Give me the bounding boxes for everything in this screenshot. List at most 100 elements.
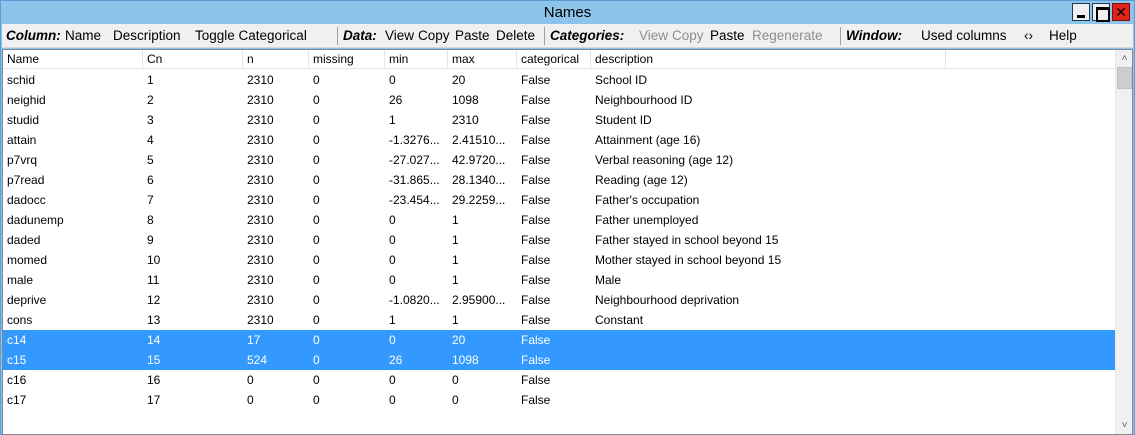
column-header-missing[interactable]: missing [309,50,385,69]
column-header-max[interactable]: max [448,50,517,69]
cell-cn: 14 [147,333,161,347]
menu-categories-regenerate[interactable]: Regenerate [752,28,823,43]
cell-n: 524 [247,353,268,367]
menu-help[interactable]: Help [1049,28,1077,43]
table-row[interactable]: p7read 6 2310 0 -31.865... 28.1340... False Rea… [3,170,1115,190]
cell-description: School ID [595,73,648,87]
cell-n: 2310 [247,193,274,207]
cell-n: 2310 [247,73,274,87]
cell-cn: 2 [147,93,154,107]
table-row[interactable]: dadocc 7 2310 0 -23.454... 29.2259... False Fat… [3,190,1115,210]
names-list[interactable]: Name Cn n missing min max categorical de… [2,49,1133,435]
cell-description [591,330,946,350]
cell-categorical: False [521,373,551,387]
cell-max: 1098 [452,353,479,367]
table-row[interactable]: deprive 12 2310 0 -1.0820... 2.95900... False N… [3,290,1115,310]
cell-name: c17 [7,393,27,407]
column-header-cn[interactable]: Cn [143,50,243,69]
window-title: Names [543,4,592,21]
title-bar[interactable]: Names ✕ [1,1,1134,24]
table-row[interactable]: c15 15 524 0 26 1098 False [3,350,1115,370]
cell-max: 29.2259... [452,193,506,207]
menu-categories-view[interactable]: View [639,28,668,43]
column-header-name[interactable]: Name [3,50,143,69]
cell-cn: 9 [147,233,154,247]
cell-description: Father unemployed [595,213,699,227]
menu-categories-copy[interactable]: Copy [672,28,704,43]
cell-cn: 12 [147,293,161,307]
table-row[interactable]: p7vrq 5 2310 0 -27.027... 42.9720... False Verb… [3,150,1115,170]
cell-name: daded [7,233,41,247]
names-window: Names ✕ Column: Name Description Toggle … [0,0,1135,435]
maximize-button[interactable] [1092,3,1110,22]
cell-n: 2310 [247,293,274,307]
cell-cn: 16 [147,373,161,387]
cell-name: dadocc [7,193,46,207]
cell-description: Attainment (age 16) [595,133,701,147]
vertical-scrollbar[interactable]: ˄ ˅ [1115,50,1132,434]
column-header-description[interactable]: description [591,50,946,69]
table-row[interactable]: schid 1 2310 0 0 20 False School ID [3,70,1115,90]
menu-data-copy[interactable]: Copy [418,28,450,43]
cell-categorical: False [521,313,551,327]
close-icon: ✕ [1115,4,1127,20]
table-row[interactable]: attain 4 2310 0 -1.3276... 2.41510... False Att… [3,130,1115,150]
cell-max: 1098 [452,93,479,107]
scrollbar-thumb[interactable] [1117,67,1132,89]
table-row[interactable]: c16 16 0 0 0 0 False [3,370,1115,390]
table-row[interactable]: daded 9 2310 0 0 1 False Father stayed in schoo… [3,230,1115,250]
cell-description: Verbal reasoning (age 12) [595,153,734,167]
cell-min: 0 [389,253,396,267]
table-row[interactable]: male 11 2310 0 0 1 False Male [3,270,1115,290]
cell-max: 0 [452,373,459,387]
cell-missing: 0 [313,193,320,207]
cell-missing: 0 [313,173,320,187]
cell-categorical: False [521,233,551,247]
menu-column-name[interactable]: Name [65,28,101,43]
cell-name: p7read [7,173,45,187]
table-row[interactable]: dadunemp 8 2310 0 0 1 False Father unemployed [3,210,1115,230]
menu-categories-paste[interactable]: Paste [710,28,745,43]
column-header-categorical[interactable]: categorical [517,50,591,69]
cell-min: -27.027... [389,153,440,167]
table-row[interactable]: studid 3 2310 0 1 2310 False Student ID [3,110,1115,130]
table-row[interactable]: neighid 2 2310 0 26 1098 False Neighbourhood ID [3,90,1115,110]
close-button[interactable]: ✕ [1112,3,1130,21]
cell-categorical: False [521,333,551,347]
cell-n: 0 [247,393,254,407]
column-header-n[interactable]: n [243,50,309,69]
cell-name: c16 [7,373,27,387]
cell-cn: 17 [147,393,161,407]
cell-max: 2.95900... [452,293,506,307]
menu-arrows-icon[interactable]: ‹› [1024,28,1033,43]
cell-categorical: False [521,353,551,367]
menu-column-description[interactable]: Description [113,28,181,43]
menu-data-paste[interactable]: Paste [455,28,490,43]
cell-missing: 0 [313,393,320,407]
table-row[interactable]: c17 17 0 0 0 0 False [3,390,1115,410]
scroll-up-arrow-icon[interactable]: ˄ [1116,50,1132,67]
cell-n: 2310 [247,93,274,107]
scroll-down-arrow-icon[interactable]: ˅ [1116,417,1132,434]
cell-categorical: False [521,113,551,127]
cell-min: -23.454... [389,193,440,207]
cell-description: Neighbourhood ID [595,93,693,107]
categories-group-label: Categories: [550,28,625,43]
cell-n: 2310 [247,273,274,287]
menu-data-delete[interactable]: Delete [496,28,535,43]
minimize-button[interactable] [1072,3,1090,21]
menu-used-columns[interactable]: Used columns [921,28,1007,43]
menu-toggle-categorical[interactable]: Toggle Categorical [195,28,307,43]
cell-max: 20 [452,333,466,347]
cell-min: 0 [389,333,396,347]
cell-name: male [7,273,34,287]
table-row[interactable]: momed 10 2310 0 0 1 False Mother stayed in scho… [3,250,1115,270]
cell-cn: 13 [147,313,161,327]
table-row[interactable]: c14 14 17 0 0 20 False [3,330,1115,350]
cell-missing: 0 [313,153,320,167]
cell-cn: 6 [147,173,154,187]
cell-missing: 0 [313,133,320,147]
column-header-min[interactable]: min [385,50,448,69]
table-row[interactable]: cons 13 2310 0 1 1 False Constant [3,310,1115,330]
menu-data-view[interactable]: View [385,28,414,43]
